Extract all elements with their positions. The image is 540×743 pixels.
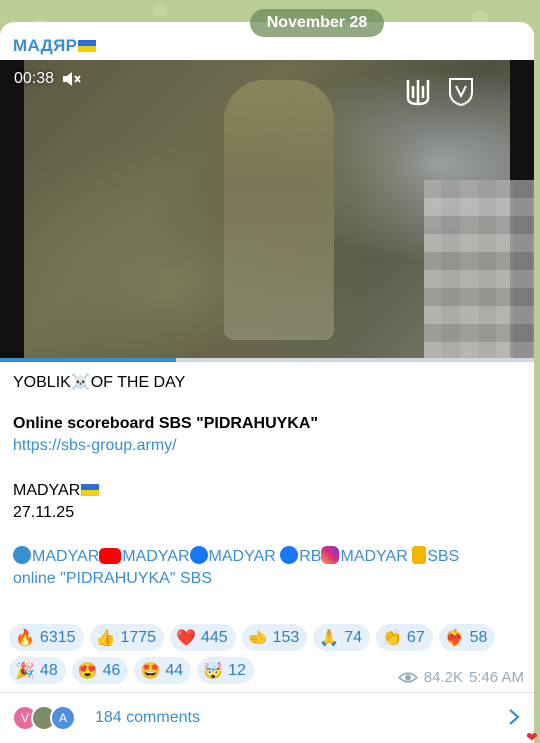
youtube-link[interactable]: MADYAR <box>122 548 189 565</box>
unit-emblem-icon <box>449 78 473 106</box>
thumbs-up-emoji-icon: 👍 <box>95 629 116 647</box>
social-links: MADYAR MADYAR MADYAR RB MADYAR SBS online "… <box>13 546 513 590</box>
reaction-count: 46 <box>102 661 121 679</box>
reaction-heart[interactable]: ❤️ 445 <box>170 624 236 651</box>
reaction-count: 44 <box>165 661 184 679</box>
post-signature: MADYAR <box>13 482 100 500</box>
facebook-icon <box>280 546 299 564</box>
star-struck-emoji-icon: 🤩 <box>140 662 161 680</box>
facebook-rb-link[interactable]: RB <box>299 548 321 565</box>
channel-name-text: МАДЯР <box>13 36 78 55</box>
reaction-star-struck[interactable]: 🤩 44 <box>134 657 192 684</box>
reaction-fire[interactable]: 🔥 6315 <box>9 624 84 651</box>
reaction-heart-eyes[interactable]: 😍 46 <box>71 657 129 684</box>
instagram-link[interactable]: MADYAR <box>340 548 407 565</box>
trident-icon <box>412 546 427 564</box>
reaction-pray[interactable]: 🙏 74 <box>313 624 370 651</box>
trident-watermark-icon <box>406 80 430 106</box>
fire-emoji-icon: 🔥 <box>15 629 35 647</box>
telegram-icon <box>13 546 31 564</box>
video-player[interactable]: 00:38 <box>0 60 534 360</box>
scoreboard-link[interactable]: https://sbs-group.army/ <box>13 437 177 455</box>
post-date: 27.11.25 <box>13 504 75 521</box>
mind-blown-emoji-icon: 🤯 <box>203 662 224 680</box>
reaction-count: 153 <box>272 628 300 646</box>
video-frame <box>24 60 534 360</box>
video-subject <box>224 80 334 340</box>
channel-name[interactable]: МАДЯР <box>13 36 97 56</box>
chevron-right-icon <box>509 709 520 725</box>
reaction-heart-fire[interactable]: ❤️‍🔥 58 <box>438 624 496 651</box>
reaction-count: 58 <box>469 628 488 646</box>
youtube-icon <box>99 548 122 564</box>
reaction-clap[interactable]: 👏 67 <box>376 624 433 651</box>
comments-bar[interactable]: V A 184 comments <box>0 693 534 743</box>
reaction-count: 445 <box>200 628 228 646</box>
video-progress-bar[interactable] <box>0 358 534 362</box>
pray-emoji-icon: 🙏 <box>319 629 340 647</box>
clap-emoji-icon: 👏 <box>382 629 402 647</box>
party-popper-emoji-icon: 🎉 <box>15 662 35 680</box>
post-headline: YOBLIK☠️OF THE DAY <box>13 372 185 392</box>
reaction-party[interactable]: 🎉 48 <box>9 657 66 684</box>
skull-emoji-icon: ☠️ <box>70 374 91 391</box>
message-meta: 84.2K 5:46 AM <box>397 669 524 686</box>
pixelated-area <box>424 180 534 360</box>
online-scoreboard-link[interactable]: online "PIDRAHUYKA" SBS <box>13 570 212 587</box>
reaction-count: 74 <box>344 628 362 646</box>
comments-label: 184 comments <box>95 709 200 726</box>
scoreboard-title: Online scoreboard SBS "PIDRAHUYKA" <box>13 415 318 432</box>
heart-icon: ❤ <box>526 729 538 743</box>
reaction-hand[interactable]: 🫲 153 <box>241 624 308 651</box>
message-time: 5:46 AM <box>468 669 524 686</box>
eye-icon <box>397 672 418 683</box>
video-progress-fill <box>0 358 177 362</box>
sbs-link[interactable]: SBS <box>427 548 459 565</box>
reaction-mind-blown[interactable]: 🤯 12 <box>197 657 254 684</box>
reaction-count: 67 <box>406 628 425 646</box>
reaction-count: 1775 <box>120 628 157 646</box>
ukraine-flag-icon <box>78 40 97 52</box>
reaction-count: 6315 <box>39 628 76 646</box>
ukraine-flag-icon <box>81 484 100 496</box>
instagram-icon <box>321 546 340 564</box>
muted-speaker-icon[interactable] <box>62 71 82 87</box>
reaction-count: 48 <box>39 661 58 679</box>
reaction-count: 12 <box>228 661 246 679</box>
heart-emoji-icon: ❤️ <box>176 629 196 647</box>
facebook-icon <box>189 546 208 564</box>
hand-emoji-icon: 🫲 <box>247 629 268 647</box>
headline-suffix: OF THE DAY <box>90 374 186 391</box>
headline-text: YOBLIK <box>13 374 71 391</box>
facebook-link[interactable]: MADYAR <box>209 548 276 565</box>
video-duration: 00:38 <box>14 70 55 87</box>
video-duration-badge: 00:38 <box>8 68 88 90</box>
avatar: A <box>50 705 76 731</box>
telegram-link[interactable]: MADYAR <box>32 548 99 565</box>
reaction-thumbs-up[interactable]: 👍 1775 <box>89 624 165 651</box>
signature-text: MADYAR <box>13 482 81 499</box>
heart-eyes-emoji-icon: 😍 <box>77 662 98 680</box>
heart-on-fire-emoji-icon: ❤️‍🔥 <box>444 629 465 647</box>
view-count: 84.2K <box>423 669 463 686</box>
date-separator: November 28 <box>250 9 384 37</box>
